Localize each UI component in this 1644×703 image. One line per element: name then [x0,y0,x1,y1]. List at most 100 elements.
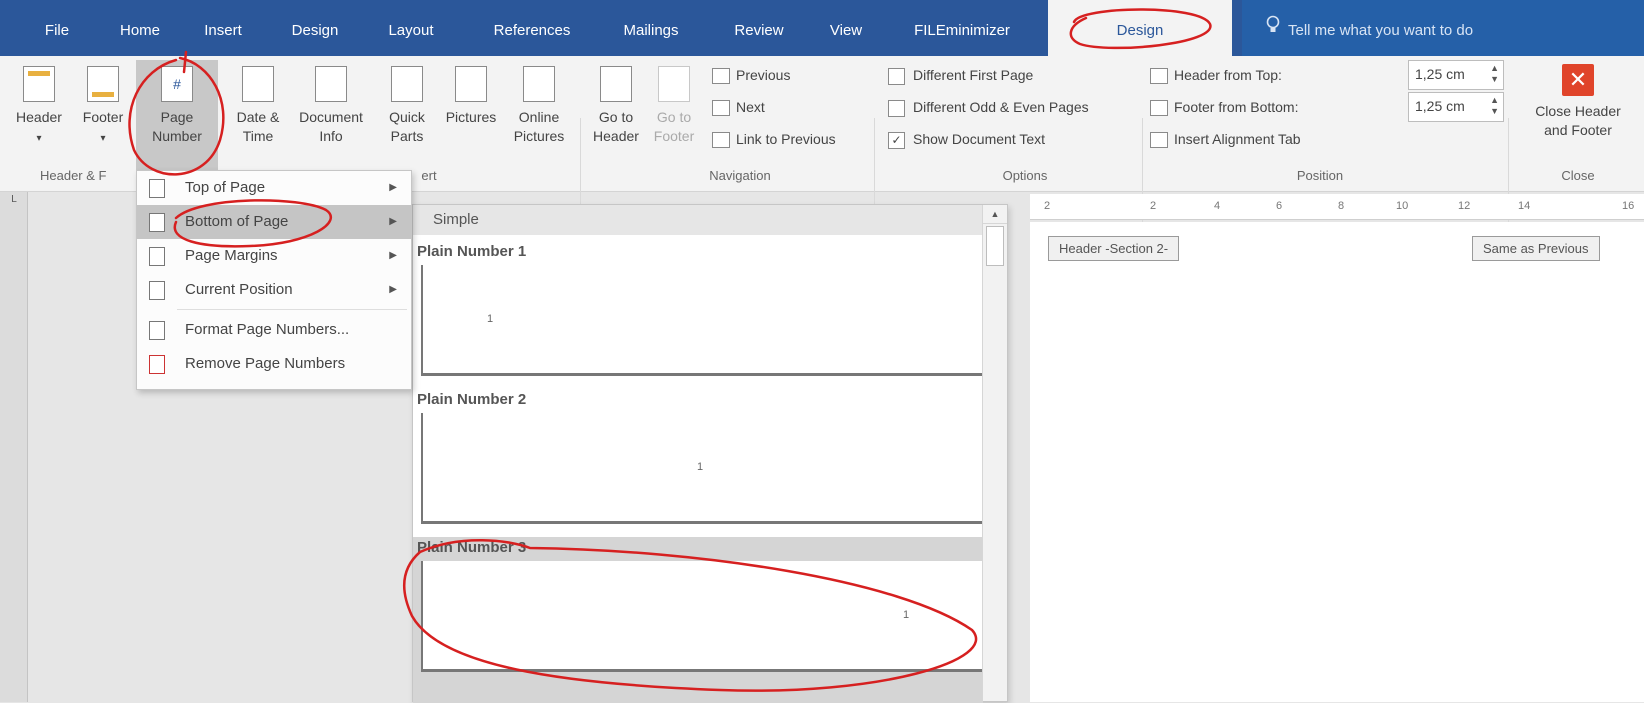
document-info-button[interactable]: Document Info [290,66,372,146]
page-number-icon: # [161,66,193,102]
tab-header-footer-design[interactable]: Design [1048,0,1232,56]
ruler-number: 8 [1338,200,1345,212]
go-to-footer-icon [658,66,690,102]
preview-page-number: 1 [903,609,910,621]
page-margins-icon [149,247,165,266]
go-to-footer-button[interactable]: Go to Footer [646,66,702,146]
next-button[interactable]: Next [712,96,765,118]
spinner-arrows-icon[interactable]: ▲ ▼ [1490,63,1499,85]
menu-item-top-of-page[interactable]: Top of Page ▶ [137,171,411,205]
menu-item-page-margins[interactable]: Page Margins ▶ [137,239,411,273]
bottom-of-page-icon [149,213,165,232]
menu-item-format-page-numbers[interactable]: Format Page Numbers... [137,313,411,347]
footer-from-bottom-value: 1,25 cm [1415,98,1465,114]
vertical-ruler [0,192,28,702]
online-pictures-label: Online Pictures [513,109,565,144]
group-close: Close [1561,168,1595,183]
previous-icon [712,68,730,85]
footer-icon [87,66,119,102]
page-number-label: Page Number [152,109,202,144]
pictures-button[interactable]: Pictures [438,66,504,127]
pictures-label: Pictures [445,109,497,125]
tab-review[interactable]: Review [722,0,796,56]
previous-button[interactable]: Previous [712,64,790,86]
preview-page-number: 1 [487,313,494,325]
header-section-tag: Header -Section 2- [1048,236,1180,261]
document-page[interactable]: Header -Section 2- Same as Previous [1030,222,1644,702]
gallery-scrollbar[interactable]: ▲ [982,205,1007,701]
tab-layout[interactable]: Layout [376,0,446,56]
link-to-previous-button[interactable]: Link to Previous [712,128,836,150]
quick-parts-icon [391,66,423,102]
insert-alignment-tab-button[interactable]: Insert Alignment Tab [1150,128,1301,150]
checkbox-icon [888,67,905,85]
tab-insert[interactable]: Insert [188,0,258,56]
menu-separator [177,309,407,310]
ruler-number: 6 [1276,200,1283,212]
different-first-page-label: Different First Page [913,67,1034,83]
tell-me-text: Tell me what you want to do [1288,22,1474,39]
spinner-arrows-icon[interactable]: ▲ ▼ [1490,95,1499,117]
header-from-top-label: Header from Top: [1174,67,1282,83]
menu-item-label: Top of Page [185,179,266,196]
tab-home[interactable]: Home [100,0,180,56]
tab-references[interactable]: References [476,0,588,56]
online-pictures-button[interactable]: Online Pictures [506,66,572,146]
menu-item-label: Bottom of Page [185,213,289,230]
tab-fileminimizer[interactable]: FILEminimizer [900,0,1024,56]
ruler-number: 4 [1214,200,1221,212]
tab-file[interactable]: File [28,0,86,56]
same-as-previous-tag: Same as Previous [1472,236,1600,261]
tab-view[interactable]: View [818,0,874,56]
link-icon [712,132,730,149]
tell-me-search[interactable]: Tell me what you want to do [1242,0,1644,56]
go-to-header-button[interactable]: Go to Header [588,66,644,146]
lightbulb-icon [1266,0,1280,62]
ruler-number: 16 [1622,200,1635,212]
ruler-tab-selector[interactable]: L [0,194,28,208]
gallery-item-label: Plain Number 1 [417,243,527,260]
gallery-item-plain-number-2[interactable]: 1 [421,413,985,524]
footer-from-bottom-spinner[interactable]: 1,25 cm ▲ ▼ [1408,92,1504,122]
insert-alignment-tab-label: Insert Alignment Tab [1174,131,1301,147]
page-number-button[interactable]: # Page Number [136,60,218,172]
show-document-text-checkbox[interactable]: ✓ Show Document Text [888,128,1045,150]
scroll-up-arrow-icon[interactable]: ▲ [983,205,1007,224]
document-info-icon [315,66,347,102]
header-from-top-label-row: Header from Top: [1150,64,1282,86]
close-header-footer-button[interactable]: ✕ Close Header and Footer [1514,64,1642,140]
footer-button[interactable]: Footer ▾ [72,66,134,148]
menu-item-label: Current Position [185,281,293,298]
footer-from-bottom-label-row: Footer from Bottom: [1150,96,1298,118]
page-number-menu: Top of Page ▶ Bottom of Page ▶ Page Marg… [136,170,412,390]
gallery-section-header: Simple [413,205,983,235]
remove-page-numbers-icon [149,355,165,374]
menu-item-remove-page-numbers[interactable]: Remove Page Numbers [137,347,411,381]
menu-item-current-position[interactable]: Current Position ▶ [137,273,411,307]
menu-item-bottom-of-page[interactable]: Bottom of Page ▶ [137,205,411,239]
different-odd-even-checkbox[interactable]: Different Odd & Even Pages [888,96,1089,118]
menu-item-label: Page Margins [185,247,278,264]
quick-parts-button[interactable]: Quick Parts [378,66,436,146]
different-odd-even-label: Different Odd & Even Pages [913,99,1089,115]
tab-design[interactable]: Design [272,0,358,56]
next-icon [712,100,730,117]
format-page-numbers-icon [149,321,165,340]
ruler-number: 2 [1044,200,1051,212]
go-to-header-icon [600,66,632,102]
header-from-top-spinner[interactable]: 1,25 cm ▲ ▼ [1408,60,1504,90]
scrollbar-thumb[interactable] [986,226,1004,266]
header-button[interactable]: Header ▾ [8,66,70,148]
gallery-item-plain-number-1[interactable]: 1 [421,265,985,376]
tab-mailings[interactable]: Mailings [606,0,696,56]
date-time-button[interactable]: Date & Time [228,66,288,146]
gallery-item-label: Plain Number 2 [417,391,527,408]
different-first-page-checkbox[interactable]: Different First Page [888,64,1033,86]
submenu-arrow-icon: ▶ [389,250,397,261]
go-to-footer-label: Go to Footer [653,109,695,144]
gallery-item-plain-number-3[interactable]: 1 [421,561,985,672]
header-from-top-value: 1,25 cm [1415,66,1465,82]
group-navigation: Navigation [709,168,771,183]
horizontal-ruler: 2 2 4 6 8 10 12 14 16 [1030,194,1644,220]
header-position-icon [1150,68,1168,85]
